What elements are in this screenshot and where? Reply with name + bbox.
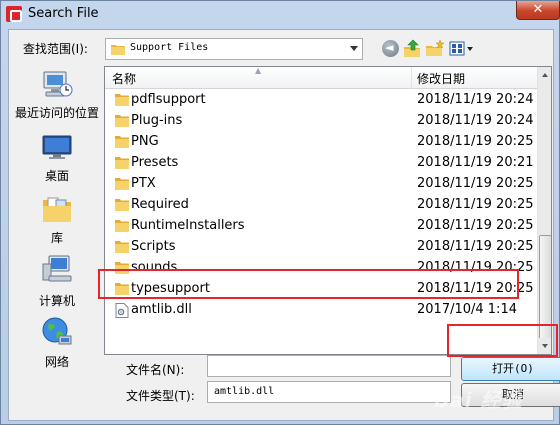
watermark: Bai 经验 xyxy=(434,388,523,412)
folder-icon xyxy=(115,220,129,232)
place-label: 最近访问的位置 xyxy=(14,106,99,120)
file-date: 2018/11/19 20:25 xyxy=(417,176,534,191)
file-date: 2018/11/19 20:24 xyxy=(417,113,534,128)
file-list[interactable]: ▲ 名称 修改日期 pdflsupport 2018/11/19 20:24 Plu… xyxy=(104,66,552,355)
file-name: Scripts xyxy=(131,239,176,254)
file-name-label: 文件名(N): xyxy=(126,363,185,377)
file-name: PTX xyxy=(131,176,156,191)
folder-icon xyxy=(115,178,129,190)
file-name: RuntimeInstallers xyxy=(131,218,245,233)
back-button[interactable] xyxy=(381,39,401,59)
list-item[interactable]: Required 2018/11/19 20:25 xyxy=(105,195,537,216)
network-icon xyxy=(42,317,72,345)
folder-icon xyxy=(115,94,129,106)
place-network[interactable]: 网络 xyxy=(9,316,105,376)
views-menu-button[interactable] xyxy=(449,39,475,59)
vertical-scrollbar[interactable] xyxy=(537,67,551,354)
column-header-date[interactable]: 修改日期 xyxy=(417,70,465,87)
list-item[interactable]: RuntimeInstallers 2018/11/19 20:25 xyxy=(105,216,537,237)
highlight-box-dll xyxy=(98,269,519,299)
folder-icon xyxy=(115,136,129,148)
close-button[interactable]: ✕ xyxy=(516,1,560,20)
list-item[interactable]: amtlib.dll 2017/10/4 1:14 xyxy=(105,300,537,321)
list-header: ▲ 名称 修改日期 xyxy=(105,67,537,89)
recent-places-icon xyxy=(43,71,73,97)
place-desktop[interactable]: 桌面 xyxy=(9,130,105,190)
file-date: 2018/11/19 20:25 xyxy=(417,218,534,233)
file-date: 2018/11/19 20:24 xyxy=(417,92,534,107)
list-item[interactable]: PNG 2018/11/19 20:25 xyxy=(105,132,537,153)
place-computer[interactable]: 计算机 xyxy=(9,254,105,314)
back-icon xyxy=(382,40,399,57)
window-title: Search File xyxy=(28,6,99,21)
list-item[interactable]: PTX 2018/11/19 20:25 xyxy=(105,174,537,195)
file-date: 2018/11/19 20:25 xyxy=(417,197,534,212)
folder-icon xyxy=(115,199,129,211)
place-label: 库 xyxy=(50,231,63,245)
file-type-dropdown[interactable]: amtlib.dll xyxy=(207,381,451,403)
file-type-value: amtlib.dll xyxy=(214,386,275,397)
dll-file-icon xyxy=(115,303,129,318)
places-bar: 最近访问的位置 桌面 库 计算机 网络 xyxy=(9,68,105,369)
up-folder-button[interactable] xyxy=(403,39,423,59)
up-folder-icon xyxy=(404,39,420,57)
place-libraries[interactable]: 库 xyxy=(9,192,105,252)
highlight-box-open xyxy=(447,324,558,357)
list-item[interactable]: Presets 2018/11/19 20:21 xyxy=(105,153,537,174)
views-menu-icon xyxy=(449,41,473,56)
place-label: 计算机 xyxy=(38,294,75,308)
column-header-name[interactable]: 名称 xyxy=(112,70,136,87)
computer-icon xyxy=(42,255,72,282)
file-name: Plug-ins xyxy=(131,113,183,128)
scroll-up-icon[interactable] xyxy=(538,67,551,83)
desktop-icon xyxy=(42,135,72,159)
folder-icon xyxy=(115,241,129,253)
look-in-value: Support Files xyxy=(130,42,209,53)
look-in-label: 查找范围(I): xyxy=(23,42,88,56)
libraries-icon xyxy=(43,197,71,222)
new-folder-icon xyxy=(426,39,445,56)
file-name: pdflsupport xyxy=(131,92,206,107)
place-recent[interactable]: 最近访问的位置 xyxy=(9,68,105,128)
place-label: 桌面 xyxy=(44,169,69,183)
search-file-dialog: Search File ✕ 查找范围(I): Support Files ◄ 最… xyxy=(0,0,560,425)
sort-ascending-icon: ▲ xyxy=(255,66,262,75)
list-item[interactable]: pdflsupport 2018/11/19 20:24 xyxy=(105,90,537,111)
file-date: 2018/11/19 20:21 xyxy=(417,155,534,170)
file-type-label: 文件类型(T): xyxy=(126,389,195,403)
file-name: Presets xyxy=(131,155,179,170)
look-in-dropdown[interactable]: Support Files xyxy=(105,38,363,60)
file-name: Required xyxy=(131,197,189,212)
chevron-down-icon[interactable] xyxy=(350,46,358,51)
file-name: PNG xyxy=(131,134,159,149)
open-button[interactable]: 打开(O) xyxy=(461,357,560,381)
file-name-input[interactable] xyxy=(207,355,451,377)
list-item[interactable]: Scripts 2018/11/19 20:25 xyxy=(105,237,537,258)
folder-icon xyxy=(115,115,129,127)
file-date: 2018/11/19 20:25 xyxy=(417,134,534,149)
app-icon xyxy=(6,6,22,22)
title-bar[interactable]: Search File ✕ xyxy=(1,1,560,29)
folder-icon xyxy=(115,157,129,169)
file-date: 2018/11/19 20:25 xyxy=(417,239,534,254)
folder-icon xyxy=(111,45,125,55)
column-separator[interactable] xyxy=(411,67,412,89)
dialog-body: 查找范围(I): Support Files ◄ 最近访问的位置 桌面 库 计算… xyxy=(8,29,560,421)
file-date: 2017/10/4 1:14 xyxy=(417,302,517,317)
file-name: amtlib.dll xyxy=(131,302,192,317)
place-label: 网络 xyxy=(44,355,69,369)
list-item[interactable]: Plug-ins 2018/11/19 20:24 xyxy=(105,111,537,132)
new-folder-button[interactable] xyxy=(425,39,445,59)
